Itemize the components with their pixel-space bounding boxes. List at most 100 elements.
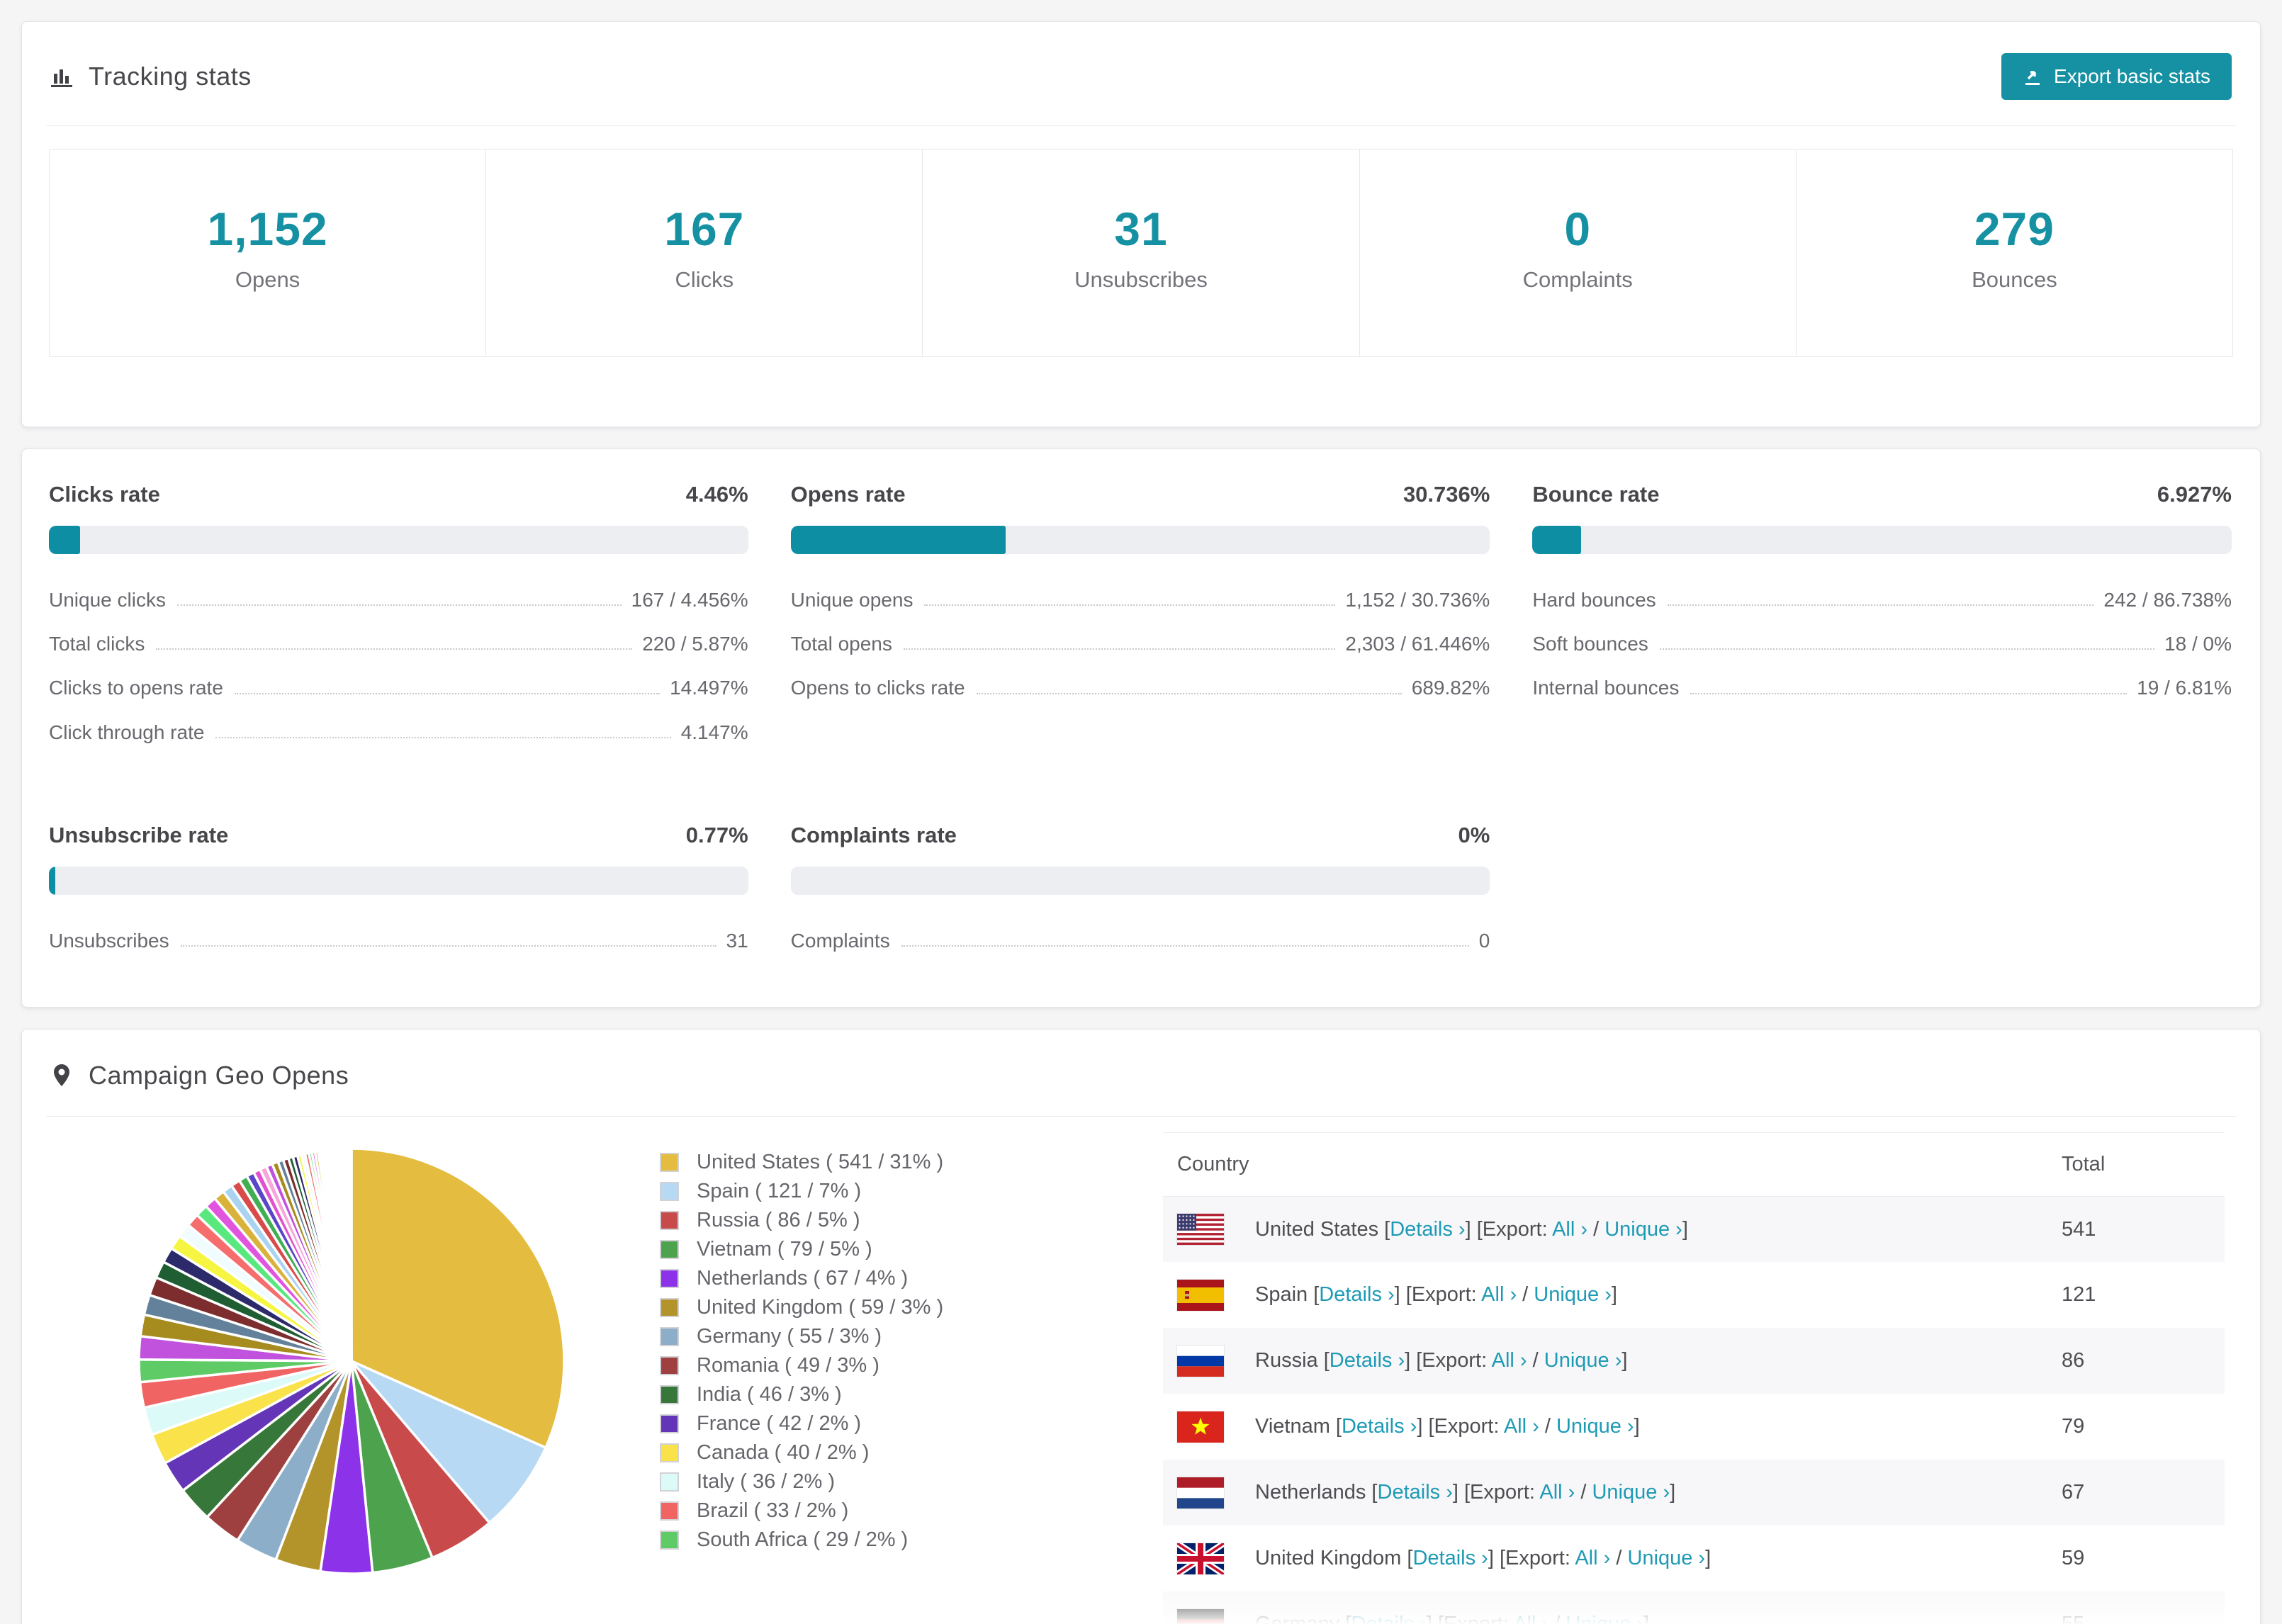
legend-swatch: [660, 1530, 679, 1550]
legend-label: Netherlands ( 67 / 4% ): [697, 1266, 909, 1290]
legend-swatch: [660, 1414, 679, 1433]
country-cell-content: Netherlands [Details ›] [Export: All › /…: [1177, 1477, 2033, 1509]
legend-item-netherlands[interactable]: Netherlands ( 67 / 4% ): [660, 1264, 1163, 1293]
header-divider: [46, 125, 2236, 126]
progress-bar: [1532, 526, 2232, 554]
export-all-link[interactable]: All ›: [1504, 1415, 1539, 1438]
details-link[interactable]: Details ›: [1378, 1481, 1453, 1504]
export-all-link[interactable]: All ›: [1513, 1613, 1548, 1624]
details-link[interactable]: Details ›: [1351, 1613, 1426, 1624]
legend-item-romania[interactable]: Romania ( 49 / 3% ): [660, 1351, 1163, 1380]
rate-rows: Complaints 0: [791, 919, 1490, 963]
legend-item-south-africa[interactable]: South Africa ( 29 / 2% ): [660, 1526, 1163, 1555]
details-link[interactable]: Details ›: [1390, 1218, 1465, 1241]
map-pin-icon: [49, 1063, 74, 1088]
geo-table-row-gb: United Kingdom [Details ›] [Export: All …: [1163, 1526, 2225, 1591]
export-icon: [2023, 67, 2042, 86]
export-unique-link[interactable]: Unique ›: [1592, 1481, 1670, 1504]
total-cell: 121: [2062, 1283, 2096, 1307]
stat-label: Complaints: [1522, 267, 1633, 292]
dotted-leader: [176, 604, 622, 607]
details-link[interactable]: Details ›: [1330, 1349, 1405, 1372]
country-links: Spain [Details ›] [Export: All › / Uniqu…: [1255, 1283, 1617, 1307]
campaign-geo-opens-panel: Campaign Geo Opens United States ( 541 /…: [21, 1028, 2261, 1624]
total-cell: 55: [2047, 1591, 2225, 1624]
legend-swatch: [660, 1239, 679, 1259]
legend-item-italy[interactable]: Italy ( 36 / 2% ): [660, 1467, 1163, 1496]
rate-row-value: 31: [726, 929, 748, 952]
legend-item-russia[interactable]: Russia ( 86 / 5% ): [660, 1206, 1163, 1235]
legend-label: South Africa ( 29 / 2% ): [697, 1528, 909, 1551]
stat-box-complaints: 0 Complaints: [1359, 150, 1796, 356]
details-link[interactable]: Details ›: [1412, 1547, 1488, 1569]
dotted-leader: [1690, 692, 2128, 694]
pie-slice-other[interactable]: [349, 1147, 353, 1363]
export-all-link[interactable]: All ›: [1575, 1547, 1610, 1569]
rate-row-label: Hard bounces: [1532, 589, 1656, 611]
legend-item-spain[interactable]: Spain ( 121 / 7% ): [660, 1177, 1163, 1206]
country-cell-content: Spain [Details ›] [Export: All › / Uniqu…: [1177, 1279, 2033, 1311]
stat-box-clicks: 167 Clicks: [485, 150, 922, 356]
legend-item-canada[interactable]: Canada ( 40 / 2% ): [660, 1438, 1163, 1467]
stat-label: Unsubscribes: [1074, 267, 1208, 292]
legend-swatch: [660, 1501, 679, 1521]
rate-row-label: Complaints: [790, 929, 890, 952]
rate-rows: Unique clicks 167 / 4.456% Total clicks 220…: [49, 578, 748, 755]
export-unique-link[interactable]: Unique ›: [1604, 1218, 1682, 1241]
legend-item-germany[interactable]: Germany ( 55 / 3% ): [660, 1322, 1163, 1351]
legend-item-brazil[interactable]: Brazil ( 33 / 2% ): [660, 1496, 1163, 1526]
rate-row-value: 689.82%: [1411, 677, 1490, 699]
legend-item-france[interactable]: France ( 42 / 2% ): [660, 1409, 1163, 1438]
legend-item-united-states[interactable]: United States ( 541 / 31% ): [660, 1148, 1163, 1177]
legend-item-india[interactable]: India ( 46 / 3% ): [660, 1380, 1163, 1409]
export-unique-link[interactable]: Unique ›: [1544, 1349, 1622, 1372]
rates-grid: Clicks rate 4.46% Unique clicks 167 / 4.456…: [49, 482, 2232, 963]
country-links: Germany [Details ›] [Export: All › / Uni…: [1255, 1613, 1649, 1624]
legend-item-vietnam[interactable]: Vietnam ( 79 / 5% ): [660, 1235, 1163, 1264]
rate-head: Bounce rate 6.927%: [1532, 482, 2232, 507]
legend-label: Brazil ( 33 / 2% ): [697, 1499, 849, 1522]
legend-swatch: [660, 1152, 679, 1172]
legend-label: France ( 42 / 2% ): [697, 1411, 862, 1435]
export-unique-link[interactable]: Unique ›: [1534, 1283, 1612, 1306]
geo-body: United States ( 541 / 31% ) Spain ( 121 /…: [22, 1117, 2260, 1624]
country-cell: United Kingdom [Details ›] [Export: All …: [1163, 1526, 2047, 1591]
rate-row: Opens to clicks rate 689.82%: [791, 666, 1490, 710]
rate-section-unsubscribe-rate: Unsubscribe rate 0.77% Unsubscribes 31: [49, 823, 748, 963]
rate-row-label: Clicks to opens rate: [49, 677, 223, 699]
stat-value: 167: [664, 203, 745, 255]
geo-pie-chart: [22, 1117, 660, 1588]
total-cell: 79: [2062, 1415, 2085, 1438]
legend-label: United States ( 541 / 31% ): [697, 1150, 944, 1173]
rate-title: Complaints rate: [790, 822, 957, 847]
geo-table-row-es: Spain [Details ›] [Export: All › / Uniqu…: [1163, 1262, 2225, 1328]
export-all-link[interactable]: All ›: [1481, 1283, 1517, 1306]
legend-label: Italy ( 36 / 2% ): [697, 1470, 836, 1493]
details-link[interactable]: Details ›: [1319, 1283, 1394, 1306]
export-all-link[interactable]: All ›: [1539, 1481, 1575, 1504]
rate-title: Unsubscribe rate: [49, 822, 229, 847]
rate-row-label: Click through rate: [49, 721, 205, 743]
rate-row: Total opens 2,303 / 61.446%: [791, 622, 1490, 666]
export-unique-link[interactable]: Unique ›: [1566, 1613, 1643, 1624]
rate-row: Hard bounces 242 / 86.738%: [1532, 578, 2232, 622]
legend-item-united-kingdom[interactable]: United Kingdom ( 59 / 3% ): [660, 1293, 1163, 1322]
export-basic-stats-button[interactable]: Export basic stats: [2001, 53, 2232, 100]
country-links: Netherlands [Details ›] [Export: All › /…: [1255, 1481, 1676, 1504]
country-cell-content: Vietnam [Details ›] [Export: All › / Uni…: [1177, 1411, 2033, 1443]
export-all-link[interactable]: All ›: [1552, 1218, 1587, 1241]
export-all-link[interactable]: All ›: [1492, 1349, 1527, 1372]
legend-label: Spain ( 121 / 7% ): [697, 1179, 862, 1202]
rate-section-clicks-rate: Clicks rate 4.46% Unique clicks 167 / 4.456…: [49, 482, 748, 755]
country-cell-content: Germany [Details ›] [Export: All › / Uni…: [1177, 1608, 2033, 1624]
geo-table-row-nl: Netherlands [Details ›] [Export: All › /…: [1163, 1460, 2225, 1526]
export-unique-link[interactable]: Unique ›: [1556, 1415, 1634, 1438]
rate-value: 6.927%: [2157, 482, 2232, 507]
details-link[interactable]: Details ›: [1342, 1415, 1417, 1438]
export-unique-link[interactable]: Unique ›: [1627, 1547, 1705, 1569]
stat-label: Bounces: [1972, 267, 2057, 292]
pie-legend: United States ( 541 / 31% ) Spain ( 121 /…: [660, 1117, 1163, 1555]
country-cell: United States [Details ›] [Export: All ›…: [1163, 1196, 2047, 1262]
country-cell: Russia [Details ›] [Export: All › / Uniq…: [1163, 1328, 2047, 1394]
rate-rows: Hard bounces 242 / 86.738% Soft bounces 18 …: [1532, 578, 2232, 711]
